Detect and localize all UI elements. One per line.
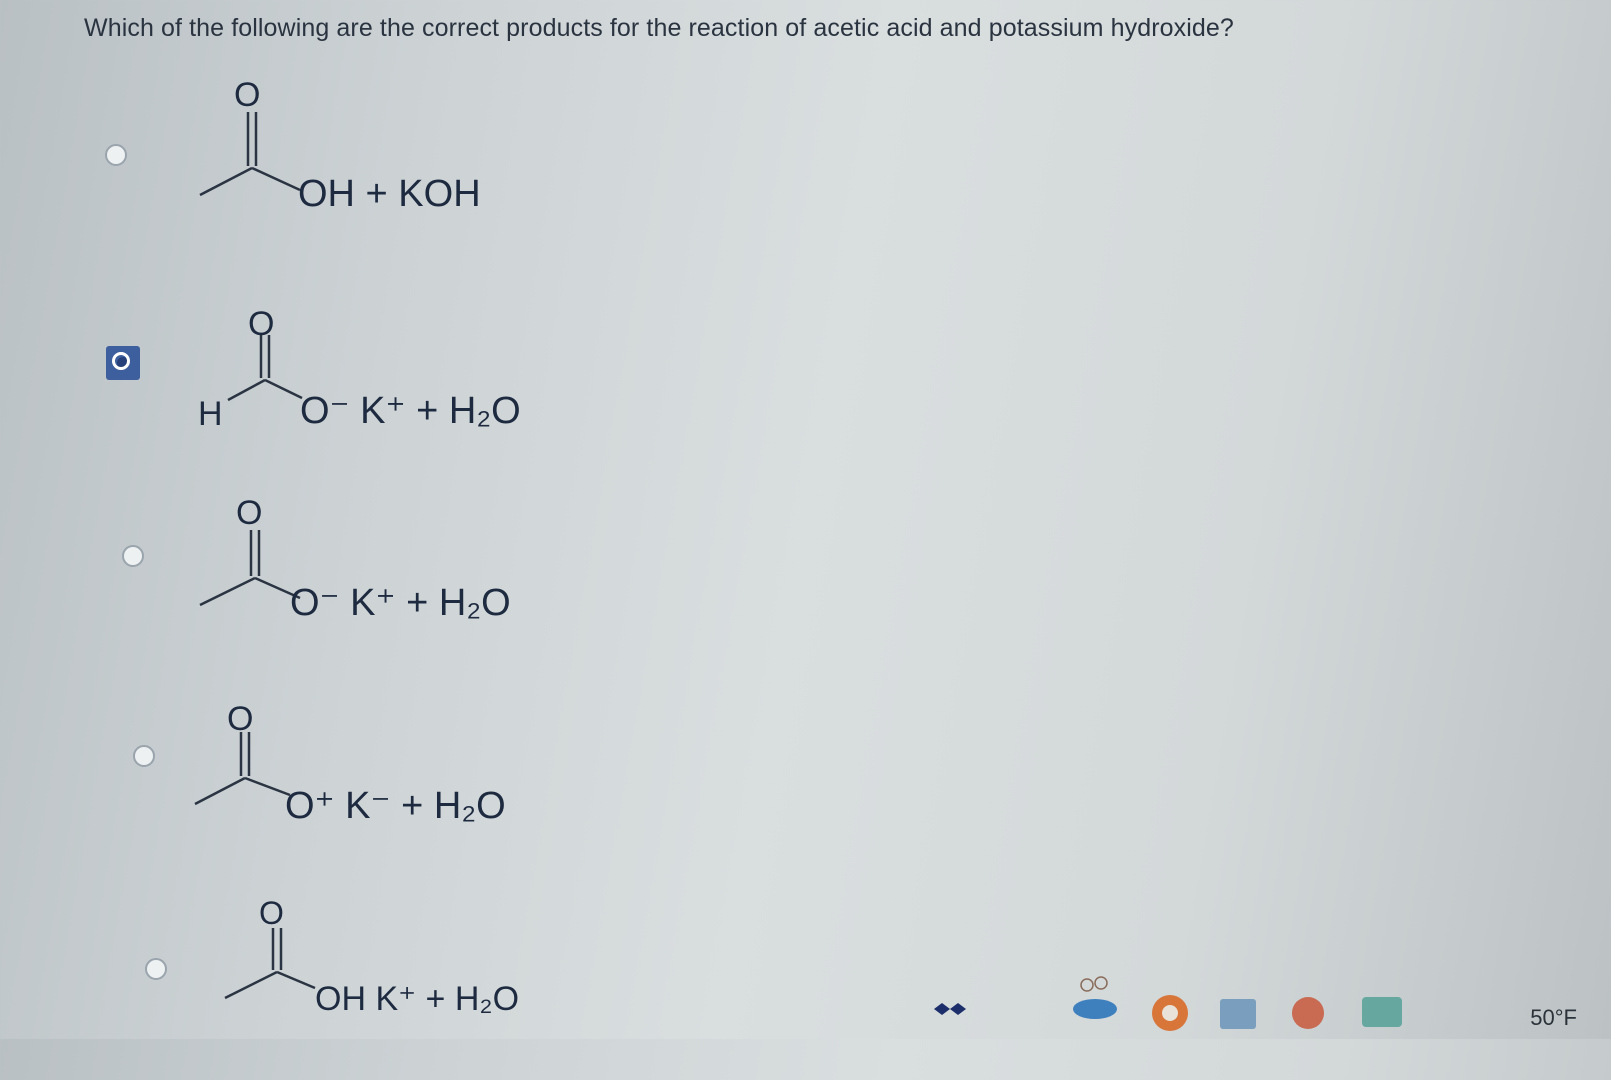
products-text: OH + KOH	[298, 173, 481, 215]
word-icon[interactable]	[1218, 997, 1258, 1031]
carbonyl-oxygen: O	[234, 76, 260, 114]
hydrogen-label: H	[198, 395, 223, 433]
dropbox-icon[interactable]	[930, 999, 970, 1019]
products-text: O⁻ K⁺ + H₂O	[300, 390, 521, 432]
windows-taskbar: 50°F	[0, 976, 1611, 1039]
carbonyl-oxygen: O	[236, 494, 262, 532]
answer-option-1[interactable]: O OH + KOH	[0, 60, 1611, 260]
structure-option-3: O O⁻ K⁺ + H₂O	[199, 494, 511, 624]
structure-option-2: H O O⁻ K⁺ + H₂O	[198, 305, 521, 433]
question-text: Which of the following are the correct p…	[84, 14, 1234, 42]
edge-icon[interactable]	[1288, 993, 1328, 1029]
answer-option-3[interactable]: O O⁻ K⁺ + H₂O	[0, 480, 1611, 680]
file-explorer-icon[interactable]	[1360, 993, 1404, 1029]
carbonyl-oxygen: O	[227, 700, 253, 738]
answer-option-4[interactable]: O O⁺ K⁻ + H₂O	[0, 680, 1611, 880]
structure-option-1: O OH + KOH	[199, 76, 481, 215]
radio-button-option-1[interactable]	[105, 144, 127, 166]
products-text: O⁻ K⁺ + H₂O	[290, 582, 511, 624]
chrome-icon[interactable]	[1150, 991, 1190, 1031]
radio-button-option-4[interactable]	[133, 745, 155, 767]
carbonyl-oxygen: O	[259, 895, 284, 931]
radio-button-option-2[interactable]	[106, 346, 140, 380]
answer-option-5[interactable]: O OH K⁺ + H₂O	[0, 880, 1611, 1080]
radio-button-option-3[interactable]	[122, 545, 144, 567]
carbonyl-oxygen: O	[248, 305, 274, 343]
answer-option-2[interactable]: H O O⁻ K⁺ + H₂O	[0, 290, 1611, 490]
radio-button-option-5[interactable]	[145, 958, 167, 980]
products-text: O⁺ K⁻ + H₂O	[285, 785, 506, 827]
people-icon[interactable]	[1065, 971, 1125, 1021]
structure-option-4: O O⁺ K⁻ + H₂O	[194, 700, 506, 827]
weather-temperature[interactable]: 50°F	[1530, 1005, 1577, 1031]
